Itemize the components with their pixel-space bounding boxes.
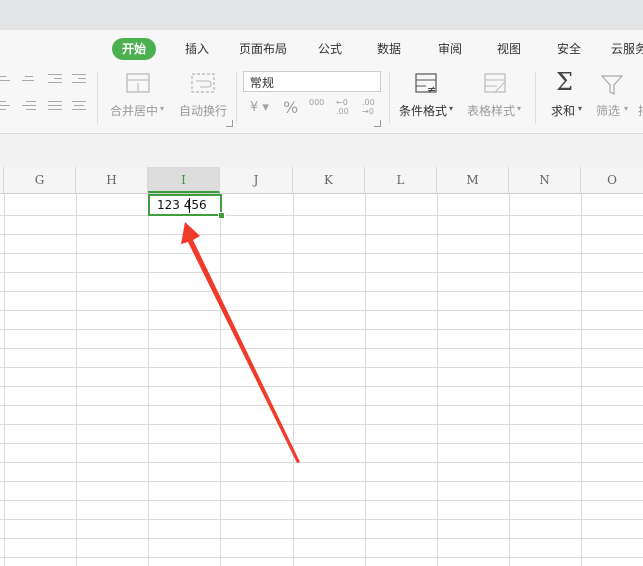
red-arrow-annotation	[181, 222, 300, 463]
arrow-shape	[181, 222, 300, 463]
